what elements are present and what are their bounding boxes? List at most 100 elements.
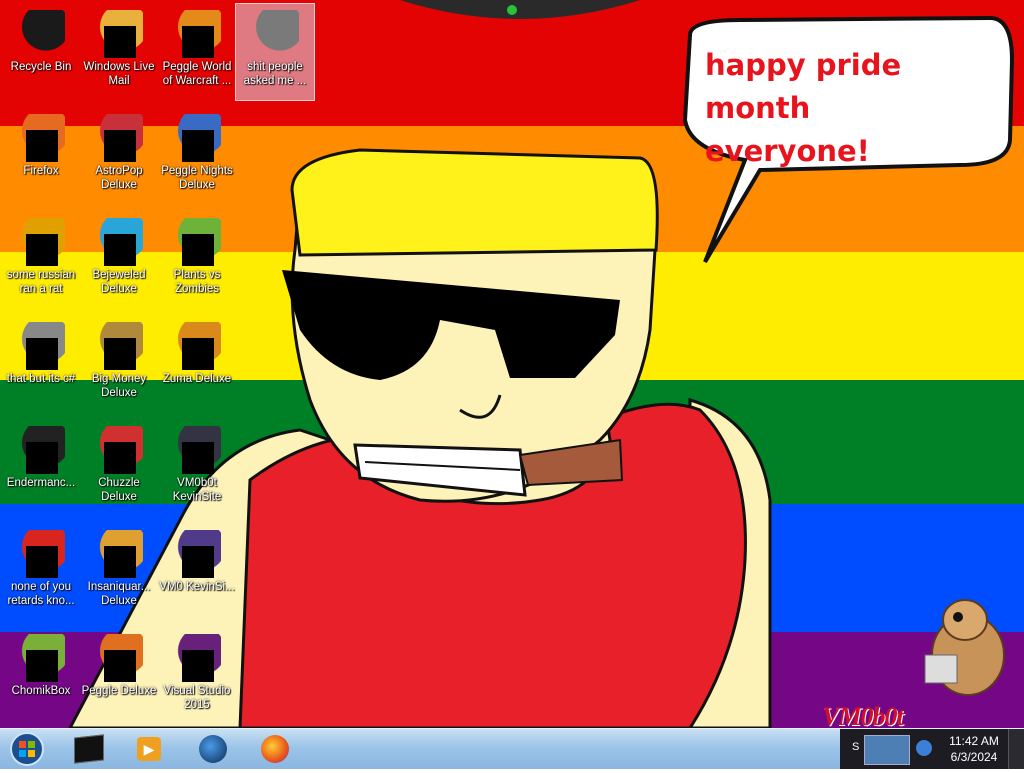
desktop-icon[interactable]: Visual Studio 2015 [158, 628, 236, 724]
bejeweled-icon [95, 218, 143, 266]
desktop-icon-label: Insaniquar... Deluxe [87, 581, 151, 607]
desktop-icon[interactable]: some russian ran a rat [2, 212, 80, 308]
redaction-box [26, 442, 58, 474]
desktop-icon-label: VM0b0t KevinSite [172, 477, 222, 503]
opera-icon [17, 530, 65, 578]
redaction-box [104, 442, 136, 474]
desktop-icon[interactable]: AstroPop Deluxe [80, 108, 158, 204]
desktop-icon-label: Peggle Nights Deluxe [161, 165, 233, 191]
firefox-icon [261, 735, 289, 763]
chomikbox-icon [17, 634, 65, 682]
desktop-icon-label: Firefox [23, 165, 59, 177]
plants-vs-zombies-icon [173, 218, 221, 266]
redaction-box [104, 234, 136, 266]
clock[interactable]: 11:42 AM 6/3/2024 [940, 729, 1008, 769]
desktop-icon-label: shit people asked me ... [243, 61, 307, 87]
redaction-box [182, 338, 214, 370]
desktop-icon-label: Big Money Deluxe [91, 373, 147, 399]
desktop-icon[interactable]: Windows Live Mail [80, 4, 158, 100]
desktop-icon[interactable]: ChomikBox [2, 628, 80, 724]
desktop-icon[interactable]: shit people asked me ... [235, 3, 315, 101]
firefox-icon [17, 114, 65, 162]
desktop-icon-label: Zuma Deluxe [162, 373, 232, 385]
top-gem [507, 5, 517, 15]
desktop-icon-label: Windows Live Mail [83, 61, 155, 87]
show-desktop-button[interactable] [1008, 729, 1024, 769]
desktop-icon-label: that but its c# [6, 373, 76, 385]
after-effects-icon [17, 218, 65, 266]
black-window-icon [74, 734, 104, 764]
desktop-icon[interactable]: VM0b0t KevinSite [158, 420, 236, 516]
redaction-box [104, 130, 136, 162]
desktop-icon[interactable]: Firefox [2, 108, 80, 204]
desktop-icon[interactable]: that but its c# [2, 316, 80, 412]
peggle-nights-icon [173, 114, 221, 162]
windows-orb-icon [10, 732, 44, 766]
zuma-icon [173, 322, 221, 370]
clock-date: 6/3/2024 [950, 750, 998, 764]
speech-line-1: happy pride month [705, 48, 902, 125]
desktop-icon-label: Peggle World of Warcraft ... [162, 61, 232, 87]
redaction-box [182, 234, 214, 266]
redaction-box [182, 442, 214, 474]
desktop-icon-label: Visual Studio 2015 [163, 685, 231, 711]
taskbar: ▶ S 11:42 AM 6/3/2024 [0, 728, 1024, 769]
kevinsite-file-icon [173, 530, 221, 578]
redaction-box [104, 338, 136, 370]
desktop-icon[interactable]: Big Money Deluxe [80, 316, 158, 412]
tray-letter: S [852, 741, 860, 753]
peggle-wow-icon [173, 10, 221, 58]
redaction-box [182, 130, 214, 162]
desktop-icon-label: Chuzzle Deluxe [98, 477, 140, 503]
desktop-icon[interactable]: Recycle Bin [2, 4, 80, 100]
desktop-icon[interactable]: VM0 KevinSi... [158, 524, 236, 620]
desktop-icon-label: Endermanc... [6, 477, 76, 489]
desktop-icon[interactable]: Plants vs Zombies [158, 212, 236, 308]
terminal-icon [17, 426, 65, 474]
top-shape [400, 0, 640, 19]
clock-time: 11:42 AM [949, 734, 999, 748]
system-tray: S [840, 729, 940, 769]
desktop-icon-label: ChomikBox [11, 685, 71, 697]
start-button[interactable] [4, 730, 50, 768]
speech-line-2: everyone! [705, 134, 870, 168]
redaction-box [26, 130, 58, 162]
network-icon[interactable] [864, 735, 910, 765]
desktop-icon[interactable]: Bejeweled Deluxe [80, 212, 158, 308]
ie-icon[interactable] [916, 740, 932, 756]
redaction-box [104, 26, 136, 58]
peggle-icon [95, 634, 143, 682]
desktop-icon[interactable]: Peggle Deluxe [80, 628, 158, 724]
desktop-icon-label: some russian ran a rat [6, 269, 76, 295]
desktop-icon[interactable]: Peggle World of Warcraft ... [158, 4, 236, 100]
desktop-icon-label: VM0 KevinSi... [159, 581, 235, 593]
globe-icon [199, 735, 227, 763]
redaction-box [26, 650, 58, 682]
redaction-box [104, 546, 136, 578]
shortcut-icon [17, 322, 65, 370]
redaction-box [104, 650, 136, 682]
desktop-icon-label: Bejeweled Deluxe [92, 269, 146, 295]
recycle-bin-icon [17, 10, 65, 58]
hair [290, 148, 659, 257]
desktop-icon[interactable]: Insaniquar... Deluxe [80, 524, 158, 620]
speech-bubble-text: happy pride month everyone! [705, 44, 995, 173]
desktop-icon[interactable]: Peggle Nights Deluxe [158, 108, 236, 204]
desktop[interactable]: happy pride month everyone! VM0b0t Recyc… [0, 0, 1024, 728]
desktop-icon[interactable]: none of you retards kno... [2, 524, 80, 620]
kevinsite-icon [173, 426, 221, 474]
taskbar-media-player[interactable]: ▶ [122, 731, 176, 767]
media-player-icon: ▶ [137, 737, 161, 761]
windows-live-mail-icon [95, 10, 143, 58]
taskbar-cmd[interactable] [62, 731, 116, 767]
desktop-icon[interactable]: Zuma Deluxe [158, 316, 236, 412]
taskbar-app[interactable] [186, 731, 240, 767]
taskbar-firefox[interactable] [248, 731, 302, 767]
redaction-box [182, 546, 214, 578]
redaction-box [26, 546, 58, 578]
desktop-icon[interactable]: Endermanc... [2, 420, 80, 516]
desktop-icon-label: Peggle Deluxe [81, 685, 157, 697]
chuzzle-icon [95, 426, 143, 474]
desktop-icon[interactable]: Chuzzle Deluxe [80, 420, 158, 516]
redaction-box [26, 338, 58, 370]
